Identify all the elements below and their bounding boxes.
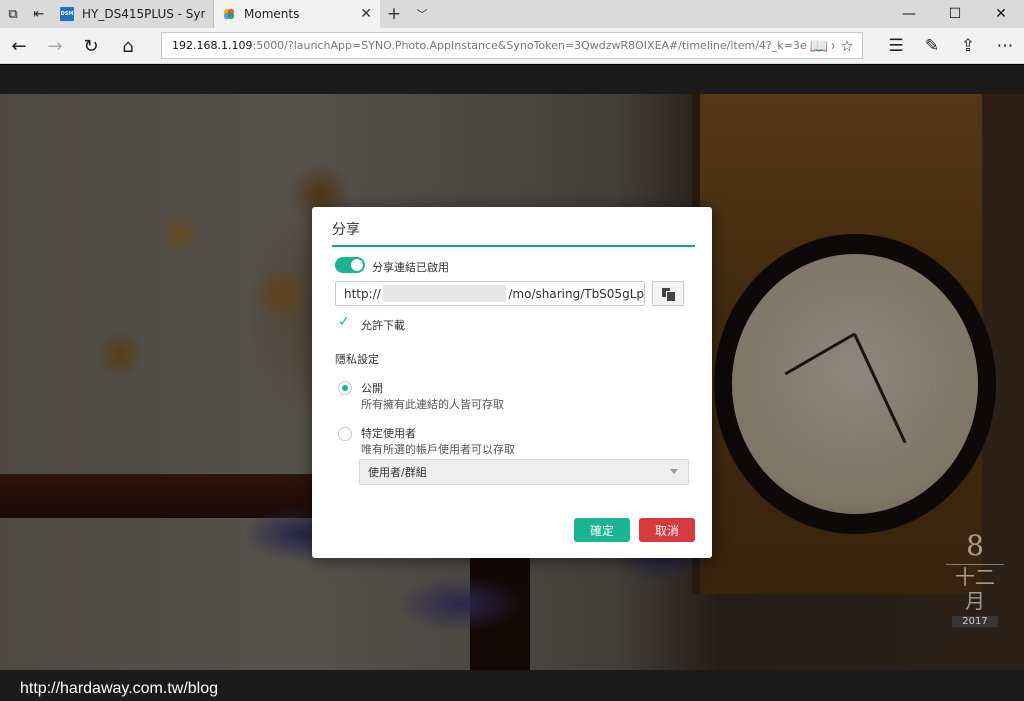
tab-list-chevron-icon[interactable]: ﹀: [408, 0, 436, 28]
users-groups-select[interactable]: 使用者/群組: [359, 459, 689, 485]
browser-toolbar: ← → ↻ ⌂ 192.168.1.109:5000/?launchApp=SY…: [0, 28, 1024, 64]
share-icon[interactable]: ⇪: [953, 32, 983, 60]
specific-users-option-desc: 唯有所選的帳戶使用者可以存取: [361, 443, 515, 456]
date-month: 十二月: [946, 564, 1004, 613]
privacy-settings-title: 隱私設定: [335, 353, 379, 366]
tab-title: Moments: [244, 7, 300, 21]
maximize-icon[interactable]: ☐: [932, 0, 978, 28]
allow-download-checkbox[interactable]: ✓: [337, 314, 351, 330]
url-suffix: /mo/sharing/TbS05gLp: [508, 286, 644, 301]
address-path: :5000/?launchApp=SYNO.Photo.AppInstance&…: [252, 39, 835, 52]
reading-view-icon[interactable]: 📖: [806, 33, 832, 58]
url-redacted-block: [382, 285, 507, 302]
favorites-hub-icon[interactable]: ☰: [881, 32, 911, 60]
date-year: 2017: [952, 616, 998, 627]
toggle-knob: [351, 259, 363, 271]
close-tab-icon[interactable]: ✕: [360, 6, 372, 22]
browser-tab-strip: ⧉ ⇤ DSM HY_DS415PLUS - Synology I Moment…: [0, 0, 1024, 28]
window-controls: — ☐ ✕: [886, 0, 1024, 28]
share-link-toggle[interactable]: [335, 257, 365, 273]
photo-date-badge: 8 十二月 2017: [940, 530, 1010, 627]
cancel-button[interactable]: 取消: [639, 518, 695, 542]
specific-users-option-title: 特定使用者: [361, 427, 416, 440]
select-value: 使用者/群組: [368, 466, 427, 479]
favorite-star-icon[interactable]: ☆: [834, 33, 860, 58]
date-day: 8: [966, 529, 984, 562]
dialog-title: 分享: [332, 222, 360, 238]
tab-title: HY_DS415PLUS - Synology I: [82, 7, 205, 21]
chevron-down-icon: [670, 469, 678, 474]
copy-icon: [662, 287, 676, 302]
tab-synology[interactable]: DSM HY_DS415PLUS - Synology I: [52, 0, 214, 28]
allow-download-label: 允許下載: [361, 319, 405, 332]
share-dialog: 分享 分享連結已啟用 http:// /mo/sharing/TbS05gLp ✓…: [312, 207, 712, 558]
address-host: 192.168.1.109: [172, 39, 253, 52]
set-aside-tabs-icon[interactable]: ⇤: [26, 0, 52, 28]
new-tab-icon[interactable]: +: [380, 0, 408, 28]
dsm-favicon-icon: DSM: [60, 7, 74, 21]
ok-button[interactable]: 確定: [574, 518, 630, 542]
copy-link-button[interactable]: [652, 281, 684, 306]
home-icon[interactable]: ⌂: [114, 32, 142, 60]
title-divider: [332, 245, 695, 247]
moments-favicon-icon: [223, 8, 235, 20]
url-prefix: http://: [344, 286, 381, 301]
back-icon[interactable]: ←: [5, 32, 33, 60]
web-note-icon[interactable]: ✎: [917, 32, 947, 60]
tab-moments[interactable]: Moments ✕: [214, 0, 380, 28]
share-url-field[interactable]: http:// /mo/sharing/TbS05gLp: [335, 281, 645, 306]
tab-manager-icon[interactable]: ⧉: [0, 0, 26, 28]
public-radio[interactable]: [338, 381, 352, 395]
close-window-icon[interactable]: ✕: [978, 0, 1024, 28]
specific-users-radio[interactable]: [338, 427, 352, 441]
share-link-toggle-label: 分享連結已啟用: [372, 261, 449, 274]
minimize-icon[interactable]: —: [886, 0, 932, 28]
blog-watermark: http://hardaway.com.tw/blog: [20, 680, 219, 697]
public-option-desc: 所有擁有此連結的人皆可存取: [361, 398, 504, 411]
public-option-title: 公開: [361, 382, 383, 395]
address-bar[interactable]: 192.168.1.109:5000/?launchApp=SYNO.Photo…: [161, 32, 863, 59]
more-icon[interactable]: ⋯: [990, 32, 1020, 60]
refresh-icon[interactable]: ↻: [77, 32, 105, 60]
forward-icon[interactable]: →: [41, 32, 69, 60]
